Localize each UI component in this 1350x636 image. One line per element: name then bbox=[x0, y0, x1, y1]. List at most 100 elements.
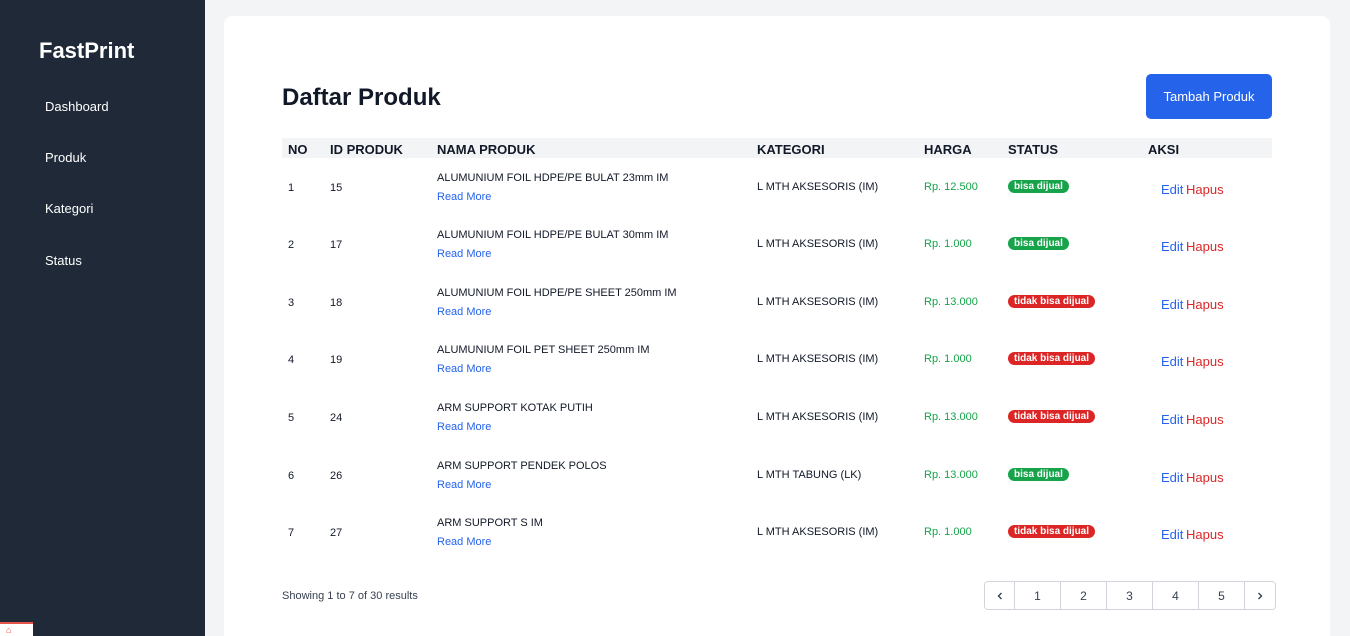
page-button-2[interactable]: 2 bbox=[1061, 582, 1107, 609]
delete-link[interactable]: Hapus bbox=[1186, 239, 1224, 254]
table-row: 2 17 ALUMUNIUM FOIL HDPE/PE BULAT 30mm IM R… bbox=[282, 215, 1272, 273]
delete-link[interactable]: Hapus bbox=[1186, 182, 1224, 197]
read-more-link[interactable]: Read More bbox=[437, 421, 491, 433]
status-badge: tidak bisa dijual bbox=[1008, 525, 1096, 538]
cell-category: L MTH TABUNG (LK) bbox=[757, 469, 862, 481]
page-button-4[interactable]: 4 bbox=[1153, 582, 1199, 609]
cell-price: Rp. 12.500 bbox=[924, 181, 978, 193]
delete-link[interactable]: Hapus bbox=[1186, 297, 1224, 312]
status-badge: bisa dijual bbox=[1008, 180, 1069, 193]
cell-price: Rp. 1.000 bbox=[924, 353, 972, 365]
status-badge: bisa dijual bbox=[1008, 468, 1069, 481]
cell-name: ARM SUPPORT KOTAK PUTIH bbox=[437, 402, 593, 414]
column-header-id: ID PRODUK bbox=[330, 142, 403, 157]
cell-id: 15 bbox=[330, 182, 343, 194]
cell-no: 6 bbox=[288, 470, 295, 482]
sidebar: FastPrint Dashboard Produk Kategori Stat… bbox=[0, 0, 205, 636]
sidebar-item-status[interactable]: Status bbox=[45, 253, 82, 268]
edit-link[interactable]: Edit bbox=[1161, 297, 1183, 312]
page-title: Daftar Produk bbox=[282, 84, 441, 111]
read-more-link[interactable]: Read More bbox=[437, 363, 491, 375]
showing-total: 30 bbox=[370, 590, 383, 602]
read-more-link[interactable]: Read More bbox=[437, 248, 491, 260]
page-button-3[interactable]: 3 bbox=[1107, 582, 1153, 609]
edit-link[interactable]: Edit bbox=[1161, 470, 1183, 485]
cell-price: Rp. 13.000 bbox=[924, 411, 978, 423]
delete-link[interactable]: Hapus bbox=[1186, 470, 1224, 485]
cell-category: L MTH AKSESORIS (IM) bbox=[757, 526, 879, 538]
status-badge: tidak bisa dijual bbox=[1008, 352, 1096, 365]
status-badge: bisa dijual bbox=[1008, 237, 1069, 250]
showing-to: 7 bbox=[348, 590, 355, 602]
cell-category: L MTH AKSESORIS (IM) bbox=[757, 353, 879, 365]
cell-id: 19 bbox=[330, 354, 343, 366]
cell-name: ALUMUNIUM FOIL HDPE/PE SHEET 250mm IM bbox=[437, 287, 677, 299]
edit-link[interactable]: Edit bbox=[1161, 354, 1183, 369]
chevron-left-icon bbox=[997, 592, 1002, 599]
cell-category: L MTH AKSESORIS (IM) bbox=[757, 238, 879, 250]
table-row: 1 15 ALUMUNIUM FOIL HDPE/PE BULAT 23mm IM R… bbox=[282, 158, 1272, 216]
status-badge: tidak bisa dijual bbox=[1008, 410, 1096, 423]
showing-from: 1 bbox=[327, 590, 334, 602]
cell-category: L MTH AKSESORIS (IM) bbox=[757, 411, 879, 423]
cell-name: ALUMUNIUM FOIL PET SHEET 250mm IM bbox=[437, 344, 650, 356]
showing-prefix: Showing bbox=[282, 590, 325, 602]
table-row: 5 24 ARM SUPPORT KOTAK PUTIH Read More L MTH… bbox=[282, 388, 1272, 446]
cell-price: Rp. 1.000 bbox=[924, 238, 972, 250]
pagination: 1 2 3 4 5 bbox=[984, 581, 1276, 610]
page-button-1[interactable]: 1 bbox=[1015, 582, 1061, 609]
cell-no: 1 bbox=[288, 182, 295, 194]
showing-of-word: of bbox=[357, 590, 368, 602]
showing-results-word: results bbox=[385, 590, 418, 602]
table-row: 4 19 ALUMUNIUM FOIL PET SHEET 250mm IM Read… bbox=[282, 330, 1272, 388]
cell-id: 24 bbox=[330, 412, 343, 424]
sidebar-item-dashboard[interactable]: Dashboard bbox=[45, 99, 109, 114]
cell-price: Rp. 13.000 bbox=[924, 296, 978, 308]
pagination-summary: Showing 1 to 7 of 30 results bbox=[282, 590, 418, 602]
delete-link[interactable]: Hapus bbox=[1186, 412, 1224, 427]
read-more-link[interactable]: Read More bbox=[437, 479, 491, 491]
delete-link[interactable]: Hapus bbox=[1186, 527, 1224, 542]
cell-name: ARM SUPPORT S IM bbox=[437, 517, 543, 529]
table-row: 6 26 ARM SUPPORT PENDEK POLOS Read More L MT… bbox=[282, 446, 1272, 504]
table-header: NO ID PRODUK NAMA PRODUK KATEGORI HARGA … bbox=[282, 138, 1272, 158]
cell-id: 26 bbox=[330, 470, 343, 482]
cell-name: ALUMUNIUM FOIL HDPE/PE BULAT 23mm IM bbox=[437, 172, 669, 184]
cell-category: L MTH AKSESORIS (IM) bbox=[757, 181, 879, 193]
brand-logo[interactable]: FastPrint bbox=[39, 38, 134, 64]
table-row: 7 27 ARM SUPPORT S IM Read More L MTH AKSESO… bbox=[282, 503, 1272, 561]
column-header-action: AKSI bbox=[1148, 142, 1180, 157]
main-card: Daftar Produk Tambah Produk NO ID PRODUK… bbox=[224, 16, 1330, 636]
column-header-status: STATUS bbox=[1008, 142, 1059, 157]
read-more-link[interactable]: Read More bbox=[437, 191, 491, 203]
status-badge: tidak bisa dijual bbox=[1008, 295, 1096, 308]
column-header-price: HARGA bbox=[924, 142, 972, 157]
edit-link[interactable]: Edit bbox=[1161, 527, 1183, 542]
edit-link[interactable]: Edit bbox=[1161, 412, 1183, 427]
showing-to-word: to bbox=[336, 590, 346, 602]
prev-page-button[interactable] bbox=[985, 582, 1015, 609]
page-button-5[interactable]: 5 bbox=[1199, 582, 1245, 609]
column-header-no: NO bbox=[288, 142, 308, 157]
delete-link[interactable]: Hapus bbox=[1186, 354, 1224, 369]
edit-link[interactable]: Edit bbox=[1161, 182, 1183, 197]
cell-category: L MTH AKSESORIS (IM) bbox=[757, 296, 879, 308]
column-header-category: KATEGORI bbox=[757, 142, 825, 157]
cell-no: 3 bbox=[288, 297, 295, 309]
cell-id: 17 bbox=[330, 239, 343, 251]
cell-name: ARM SUPPORT PENDEK POLOS bbox=[437, 460, 607, 472]
cell-id: 18 bbox=[330, 297, 343, 309]
corner-widget-icon[interactable]: ⌂ bbox=[0, 622, 33, 636]
cell-no: 2 bbox=[288, 239, 295, 251]
edit-link[interactable]: Edit bbox=[1161, 239, 1183, 254]
column-header-name: NAMA PRODUK bbox=[437, 142, 536, 157]
read-more-link[interactable]: Read More bbox=[437, 536, 491, 548]
cell-no: 7 bbox=[288, 527, 295, 539]
sidebar-item-produk[interactable]: Produk bbox=[45, 150, 86, 165]
sidebar-item-kategori[interactable]: Kategori bbox=[45, 201, 93, 216]
cell-id: 27 bbox=[330, 527, 343, 539]
cell-name: ALUMUNIUM FOIL HDPE/PE BULAT 30mm IM bbox=[437, 229, 669, 241]
add-product-button[interactable]: Tambah Produk bbox=[1146, 74, 1272, 119]
read-more-link[interactable]: Read More bbox=[437, 306, 491, 318]
next-page-button[interactable] bbox=[1245, 582, 1275, 609]
